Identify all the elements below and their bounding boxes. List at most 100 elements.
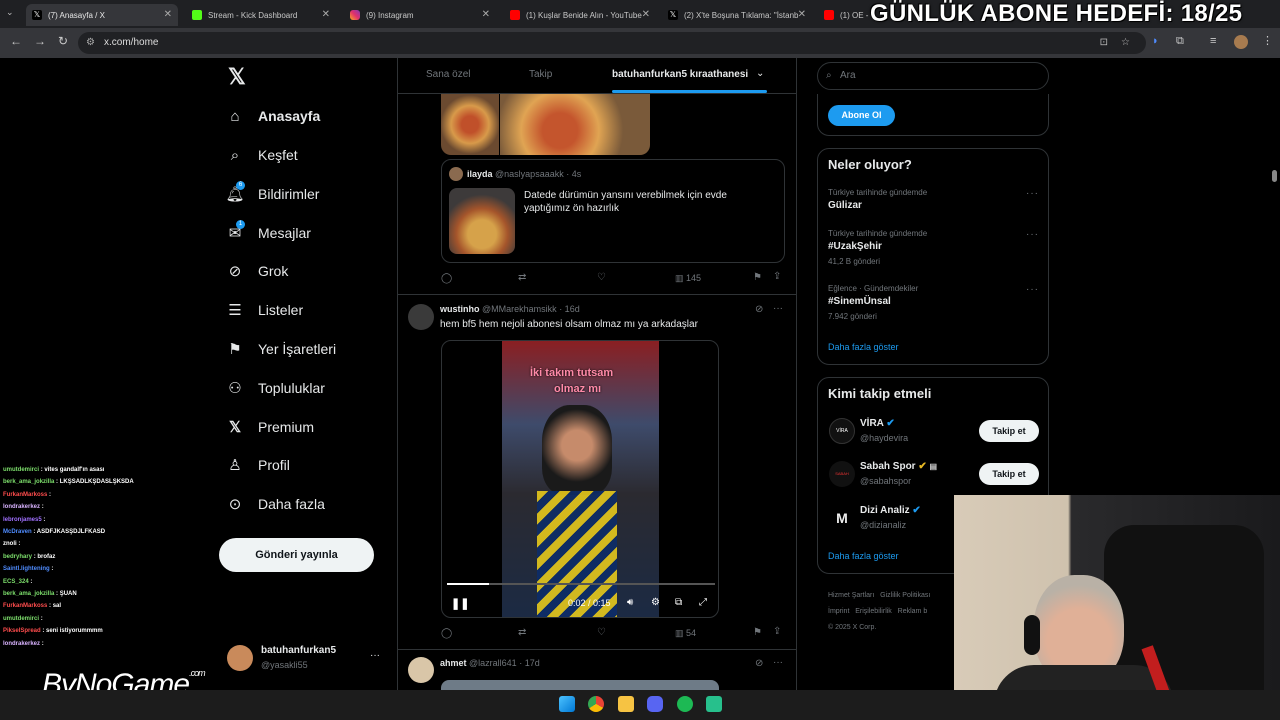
tab-search-icon[interactable]: ⌄ [6,7,14,18]
show-more-link[interactable]: Daha fazla göster [828,551,899,561]
spotify-icon[interactable] [677,696,693,712]
settings-icon[interactable]: ⚙ [651,597,660,608]
sidebar-item-grok[interactable]: ⊘ Grok [226,259,289,283]
menu-icon[interactable]: ⋮ [1262,34,1273,47]
sabahspor-avatar[interactable]: SABAH [829,461,855,487]
post-avatar[interactable] [408,657,434,683]
install-icon[interactable]: ⊡ [1100,32,1108,54]
post-button[interactable]: Gönderi yayınla [219,538,374,572]
post-avatar[interactable] [408,304,434,330]
taskbar [0,690,1280,720]
reply-icon[interactable]: ◯ [441,273,452,284]
close-icon[interactable]: ✕ [798,9,806,20]
pip-icon[interactable]: ⧉ [675,597,682,608]
like-icon[interactable]: ♡ [597,272,606,283]
chat-message: berk_ama_jokzilla : LKŞSADLKŞDASLŞKSDA [3,479,134,485]
trend-topic[interactable]: #SinemÜnsal [828,296,891,307]
windows-start-icon[interactable] [559,696,575,712]
tab-kick[interactable]: Stream - Kick Dashboard ✕ [186,4,336,26]
back-icon[interactable]: ← [10,34,22,48]
puzzle-icon[interactable]: ⧉ [1176,35,1184,48]
repost-icon[interactable]: ⇄ [518,627,526,638]
sidebar-item-explore[interactable]: ⌕ Keşfet [226,143,298,167]
chevron-down-icon[interactable]: ⌄ [756,68,764,79]
subscribe-button[interactable]: Abone Ol [828,105,895,126]
volume-icon[interactable]: 🔊︎ [627,597,633,608]
app-icon[interactable] [706,696,722,712]
more-circle-icon: ⊙ [228,496,242,513]
sidebar-item-lists[interactable]: ☰ Listeler [226,298,303,322]
pause-icon[interactable]: ❚❚ [451,597,469,610]
share-icon[interactable]: ⇪ [773,271,781,282]
share-icon[interactable]: ⇪ [773,626,781,637]
close-icon[interactable]: ✕ [322,9,330,20]
trend-more-icon[interactable]: ··· [1026,284,1039,295]
post-more-icon[interactable]: ··· [773,657,783,668]
account-avatar[interactable] [227,645,253,671]
reply-icon[interactable]: ◯ [441,628,452,639]
follow-button[interactable]: Takip et [979,463,1039,485]
tab-x-home[interactable]: 𝕏 (7) Anasayfa / X ✕ [26,4,178,26]
video-progress[interactable] [447,583,715,585]
grok-icon[interactable]: ⊘ [755,304,763,315]
x-logo-icon[interactable]: 𝕏 [228,64,246,90]
sidebar-item-communities[interactable]: ⚇ Topluluklar [226,376,325,400]
scrollbar[interactable] [1272,170,1277,182]
fullscreen-icon[interactable]: ⤢ [699,597,707,608]
views-icon[interactable]: ▥ 145 [675,273,701,284]
sidebar-item-messages[interactable]: ✉ 1 Mesajlar [226,220,311,245]
url-field[interactable]: ⚙ x.com/home ⊡ ☆ [78,32,1146,54]
close-icon[interactable]: ✕ [482,9,490,20]
chrome-icon[interactable] [588,696,604,712]
tab-youtube-2[interactable]: (1) OE - [818,4,878,26]
tab-for-you[interactable]: Sana özel [426,69,470,80]
grok-icon[interactable]: ⊘ [755,658,763,669]
post-image[interactable] [441,680,719,690]
video-player[interactable]: İki takım tutsam olmaz mı ❚❚ 0:02 / 0:15… [441,340,719,618]
bookmark-icon[interactable]: ⚑ [753,272,762,283]
trend-topic[interactable]: Gülizar [828,200,862,211]
tab-instagram[interactable]: (9) Instagram ✕ [344,4,496,26]
reload-icon[interactable]: ↻ [58,34,68,48]
tab-label: (1) OE - [840,10,869,20]
sidebar-item-profile[interactable]: ♙ Profil [226,453,290,477]
discord-icon[interactable] [647,696,663,712]
bookmark-icon[interactable]: ⚑ [753,627,762,638]
post-more-icon[interactable]: ··· [773,303,783,314]
search-input[interactable]: ⌕ Ara [817,62,1049,90]
account-more-icon[interactable]: ··· [370,650,380,661]
sidebar-item-home[interactable]: ⌂ Anasayfa [226,104,320,128]
follow-button[interactable]: Takip et [979,420,1039,442]
tab-following[interactable]: Takip [529,69,552,80]
close-icon[interactable]: ✕ [642,9,650,20]
show-more-link[interactable]: Daha fazla göster [828,342,899,352]
post-image[interactable] [500,94,650,155]
sidebar-item-premium[interactable]: 𝕏 Premium [226,415,314,439]
forward-icon[interactable]: → [34,34,46,48]
quote-image[interactable] [449,188,515,254]
sidebar-item-notifications[interactable]: 🔔︎ 6 Bildirimler [225,181,319,206]
trend-topic[interactable]: #UzakŞehir [828,241,882,252]
sidebar-item-more[interactable]: ⊙ Daha fazla [226,492,325,516]
site-info-icon[interactable]: ⚙ [86,32,95,54]
tab-community[interactable]: batuhanfurkan5 kıraathanesi [612,69,748,80]
extension-icon[interactable]: ◗ [1152,35,1159,47]
vira-avatar[interactable]: VİRA [829,418,855,444]
chat-message: PikselSpread : seni istiyorummmm [3,628,103,634]
dizianaliz-avatar[interactable]: M [829,505,855,531]
chat-username: FurkanMarkoss [3,491,48,498]
trend-more-icon[interactable]: ··· [1026,188,1039,199]
repost-icon[interactable]: ⇄ [518,272,526,283]
like-icon[interactable]: ♡ [597,627,606,638]
post-image[interactable] [441,94,499,155]
tab-x-post[interactable]: 𝕏 (2) X'te Boşuna Tıklama: "İstanb ✕ [662,4,812,26]
views-icon[interactable]: ▥ 54 [675,628,696,639]
tab-youtube[interactable]: (1) Kuşlar Benide Alın - YouTube ✕ [504,4,656,26]
sidebar-item-bookmarks[interactable]: ⚑ Yer İşaretleri [226,337,336,361]
media-icon[interactable]: ≡ [1210,35,1216,47]
trend-more-icon[interactable]: ··· [1026,229,1039,240]
file-explorer-icon[interactable] [618,696,634,712]
profile-avatar[interactable] [1234,35,1248,49]
close-icon[interactable]: ✕ [164,9,172,20]
star-icon[interactable]: ☆ [1121,32,1130,54]
